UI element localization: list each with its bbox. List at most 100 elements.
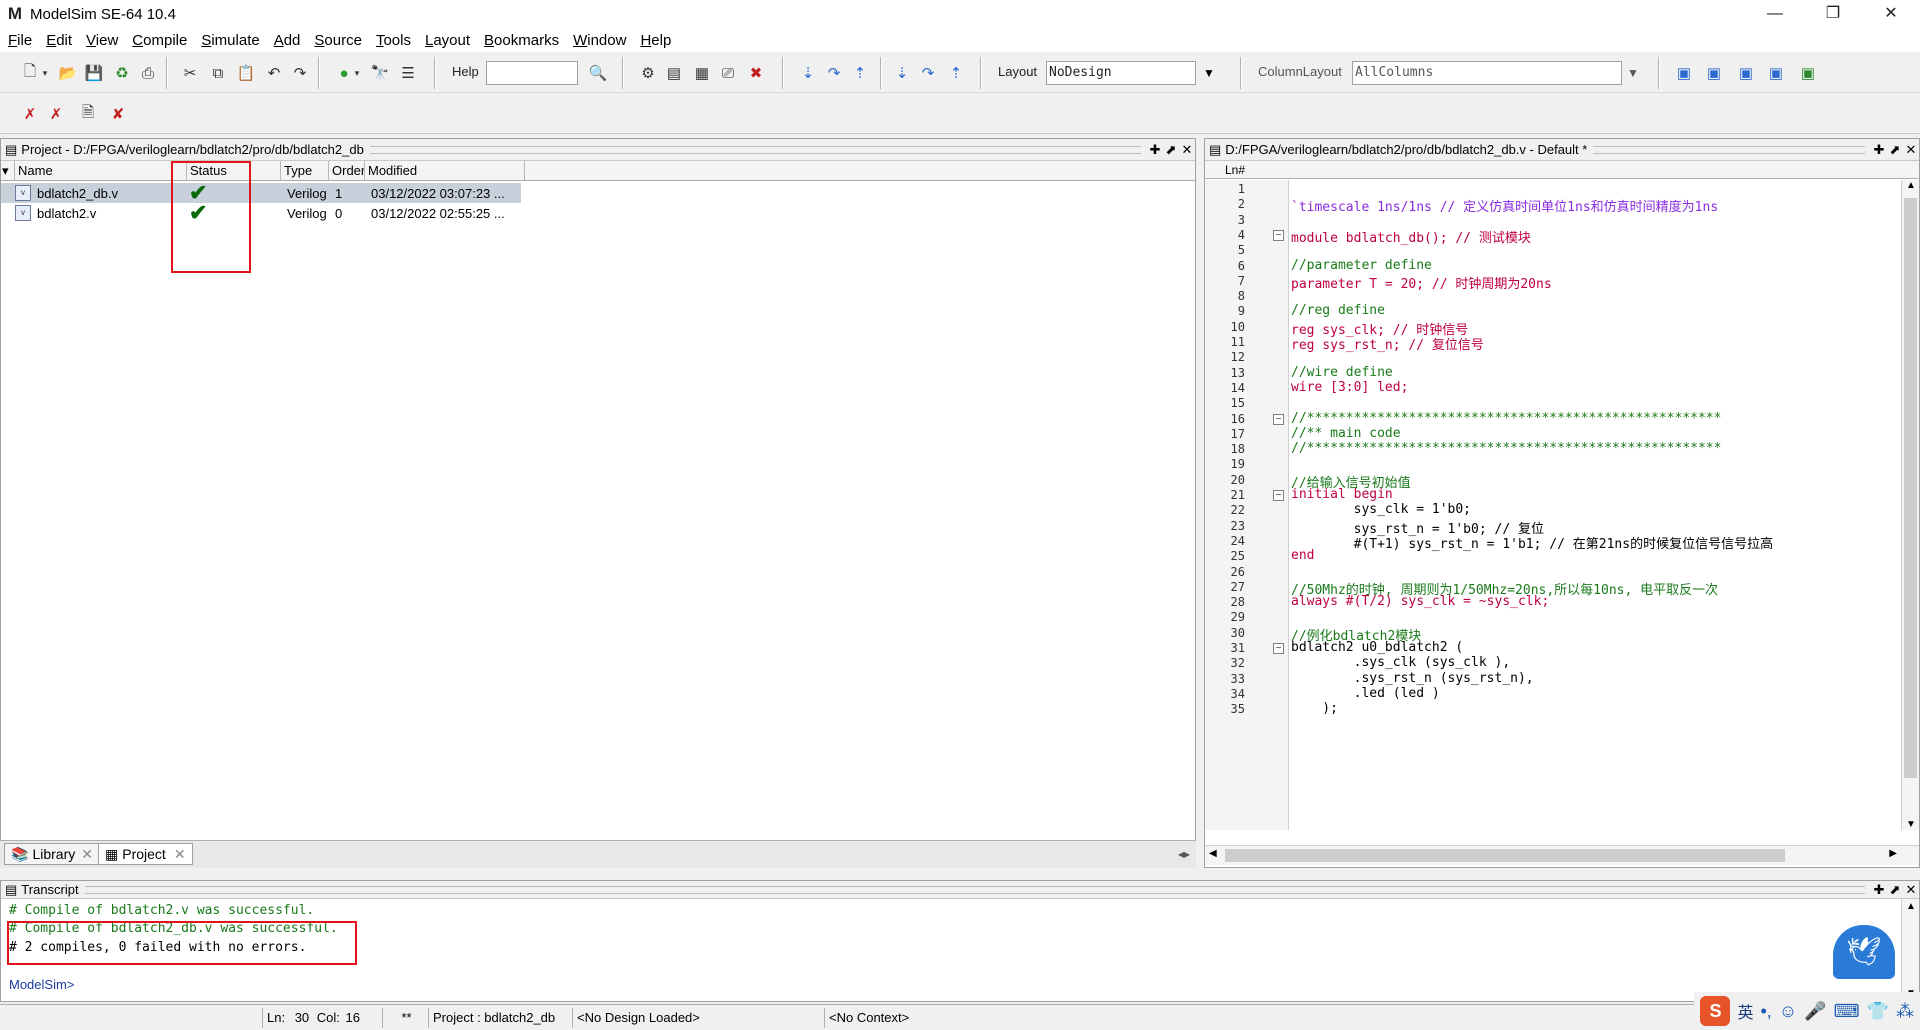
step-out-current-icon[interactable]: ⇡ bbox=[944, 61, 968, 85]
wave-zoom-icon[interactable]: ▣ bbox=[1702, 61, 1726, 85]
tab-scroll-arrows-icon[interactable]: ◂▸ bbox=[1178, 847, 1190, 861]
close-button[interactable]: ✕ bbox=[1862, 0, 1920, 28]
new-file-icon[interactable]: 🗋 bbox=[18, 61, 42, 85]
panel-undock-icon[interactable]: ⬈ bbox=[1887, 882, 1903, 898]
step-out-icon[interactable]: ⇡ bbox=[848, 61, 872, 85]
scroll-up-icon[interactable]: ▲ bbox=[1906, 901, 1916, 912]
panel-add-icon[interactable]: ✚ bbox=[1871, 142, 1887, 158]
menu-layout[interactable]: Layout bbox=[425, 32, 470, 49]
column-modified[interactable]: Modified bbox=[365, 161, 525, 180]
copy-icon[interactable]: ⧉ bbox=[206, 61, 230, 85]
help-search-icon[interactable]: 🔍 bbox=[586, 61, 610, 85]
redo-icon[interactable]: ↷ bbox=[288, 61, 312, 85]
cut-icon[interactable]: ✂ bbox=[178, 61, 202, 85]
step-into-icon[interactable]: ⇣ bbox=[796, 61, 820, 85]
panel-drag-grip[interactable] bbox=[369, 145, 1141, 154]
transcript-scrollbar[interactable]: ▲ ▼ bbox=[1901, 899, 1919, 1001]
sort-arrow-icon[interactable]: ▾ bbox=[1, 161, 15, 180]
menu-file[interactable]: File bbox=[8, 32, 32, 49]
panel-undock-icon[interactable]: ⬈ bbox=[1163, 142, 1179, 158]
print-icon[interactable]: ⎙ bbox=[136, 61, 160, 85]
menu-compile[interactable]: Compile bbox=[132, 32, 187, 49]
compile-selected-icon[interactable]: ▤ bbox=[662, 61, 686, 85]
toolbox-icon[interactable]: ⁂ bbox=[1896, 1001, 1914, 1022]
microphone-icon[interactable]: 🎤 bbox=[1804, 1001, 1826, 1022]
menu-window[interactable]: Window bbox=[573, 32, 626, 49]
compile-all-icon[interactable]: ▦ bbox=[690, 61, 714, 85]
simulate-icon[interactable]: ⎚ bbox=[716, 61, 740, 85]
fold-toggle-icon[interactable]: − bbox=[1273, 413, 1284, 425]
menu-edit[interactable]: Edit bbox=[46, 32, 72, 49]
help-search-input[interactable] bbox=[486, 61, 578, 85]
reload-icon[interactable]: ♻ bbox=[110, 61, 134, 85]
scroll-left-icon[interactable]: ◀ bbox=[1209, 848, 1217, 859]
scroll-thumb[interactable] bbox=[1904, 198, 1917, 778]
panel-close-icon[interactable]: ✕ bbox=[1179, 142, 1195, 158]
emoji-icon[interactable]: ☺ bbox=[1779, 1001, 1797, 1022]
layout-select[interactable]: NoDesign bbox=[1046, 61, 1196, 85]
menu-view[interactable]: View bbox=[86, 32, 118, 49]
project-file-row[interactable]: v bdlatch2_db.v ✔ Verilog 1 03/12/2022 0… bbox=[1, 183, 521, 203]
clear-bookmark-icon[interactable]: ✗ bbox=[18, 102, 42, 126]
break-icon[interactable]: ✖ bbox=[744, 61, 768, 85]
find-icon[interactable]: 🔭 bbox=[368, 61, 392, 85]
panel-undock-icon[interactable]: ⬈ bbox=[1887, 142, 1903, 158]
maximize-button[interactable]: ❐ bbox=[1804, 0, 1862, 28]
tab-project[interactable]: ▦ Project ✕ bbox=[98, 843, 193, 865]
step-into-current-icon[interactable]: ⇣ bbox=[890, 61, 914, 85]
panel-add-icon[interactable]: ✚ bbox=[1147, 142, 1163, 158]
panel-add-icon[interactable]: ✚ bbox=[1871, 882, 1887, 898]
save-icon[interactable]: 💾 bbox=[82, 61, 106, 85]
scroll-thumb[interactable] bbox=[1225, 849, 1785, 862]
tab-library[interactable]: 📚 Library ✕ bbox=[4, 843, 100, 865]
menu-bookmarks[interactable]: Bookmarks bbox=[484, 32, 559, 49]
tab-close-icon[interactable]: ✕ bbox=[174, 846, 186, 863]
panel-drag-grip[interactable] bbox=[1593, 145, 1865, 154]
panel-drag-grip[interactable] bbox=[84, 885, 1865, 894]
menu-help[interactable]: Help bbox=[640, 32, 671, 49]
wave-add-icon[interactable]: ▣ bbox=[1672, 61, 1696, 85]
wave-cursor-icon[interactable]: ▣ bbox=[1764, 61, 1788, 85]
menu-source[interactable]: Source bbox=[314, 32, 362, 49]
run-dropdown-icon[interactable]: ▾ bbox=[352, 61, 362, 85]
assistant-bird-icon[interactable]: 🕊 bbox=[1833, 925, 1895, 979]
column-name[interactable]: Name bbox=[15, 161, 187, 180]
minimize-button[interactable]: — bbox=[1746, 0, 1804, 28]
fold-toggle-icon[interactable]: − bbox=[1273, 229, 1284, 241]
project-file-row[interactable]: v bdlatch2.v ✔ Verilog 0 03/12/2022 02:5… bbox=[1, 203, 521, 223]
fold-toggle-icon[interactable]: − bbox=[1273, 490, 1284, 501]
open-folder-icon[interactable]: 📂 bbox=[56, 61, 80, 85]
edit-mode-icon[interactable]: 🗎 bbox=[76, 102, 100, 126]
editor-horizontal-scrollbar[interactable]: ◀ ▶ bbox=[1205, 845, 1919, 865]
new-dropdown-icon[interactable]: ▾ bbox=[40, 61, 50, 85]
sogou-ime-icon[interactable]: S bbox=[1700, 996, 1731, 1026]
layout-dropdown-icon[interactable]: ▼ bbox=[1196, 61, 1222, 85]
scroll-up-icon[interactable]: ▲ bbox=[1906, 180, 1916, 191]
tab-close-icon[interactable]: ✕ bbox=[81, 846, 93, 863]
compile-icon[interactable]: ⚙ bbox=[636, 61, 660, 85]
menu-add[interactable]: Add bbox=[274, 32, 301, 49]
wave-run-icon[interactable]: ▣ bbox=[1796, 61, 1820, 85]
column-order[interactable]: Order bbox=[329, 161, 365, 180]
fold-toggle-icon[interactable]: − bbox=[1273, 643, 1284, 654]
column-layout-select[interactable]: AllColumns bbox=[1352, 61, 1622, 85]
wave-find-icon[interactable]: ▣ bbox=[1734, 61, 1758, 85]
scroll-down-icon[interactable]: ▼ bbox=[1906, 819, 1916, 830]
step-over-icon[interactable]: ↷ bbox=[822, 61, 846, 85]
panel-close-icon[interactable]: ✕ bbox=[1903, 882, 1919, 898]
column-type[interactable]: Type bbox=[281, 161, 329, 180]
skin-icon[interactable]: 👕 bbox=[1867, 1001, 1889, 1022]
paste-icon[interactable]: 📋 bbox=[234, 61, 258, 85]
step-over-current-icon[interactable]: ↷ bbox=[916, 61, 940, 85]
clear-all-bookmarks-icon[interactable]: ✗ bbox=[44, 102, 68, 126]
scroll-right-icon[interactable]: ▶ bbox=[1889, 848, 1897, 859]
editor-vertical-scrollbar[interactable]: ▲ ▼ bbox=[1901, 180, 1919, 830]
undo-icon[interactable]: ↶ bbox=[262, 61, 286, 85]
bookmark-list-icon[interactable]: ☰ bbox=[396, 61, 420, 85]
keyboard-icon[interactable]: ⌨ bbox=[1834, 1001, 1860, 1022]
column-layout-dropdown-icon[interactable]: ▼ bbox=[1620, 61, 1646, 85]
menu-simulate[interactable]: Simulate bbox=[201, 32, 259, 49]
ime-mode-label[interactable]: 英 bbox=[1737, 999, 1753, 1023]
menu-tools[interactable]: Tools bbox=[376, 32, 411, 49]
punctuation-icon[interactable]: •, bbox=[1760, 1001, 1771, 1022]
